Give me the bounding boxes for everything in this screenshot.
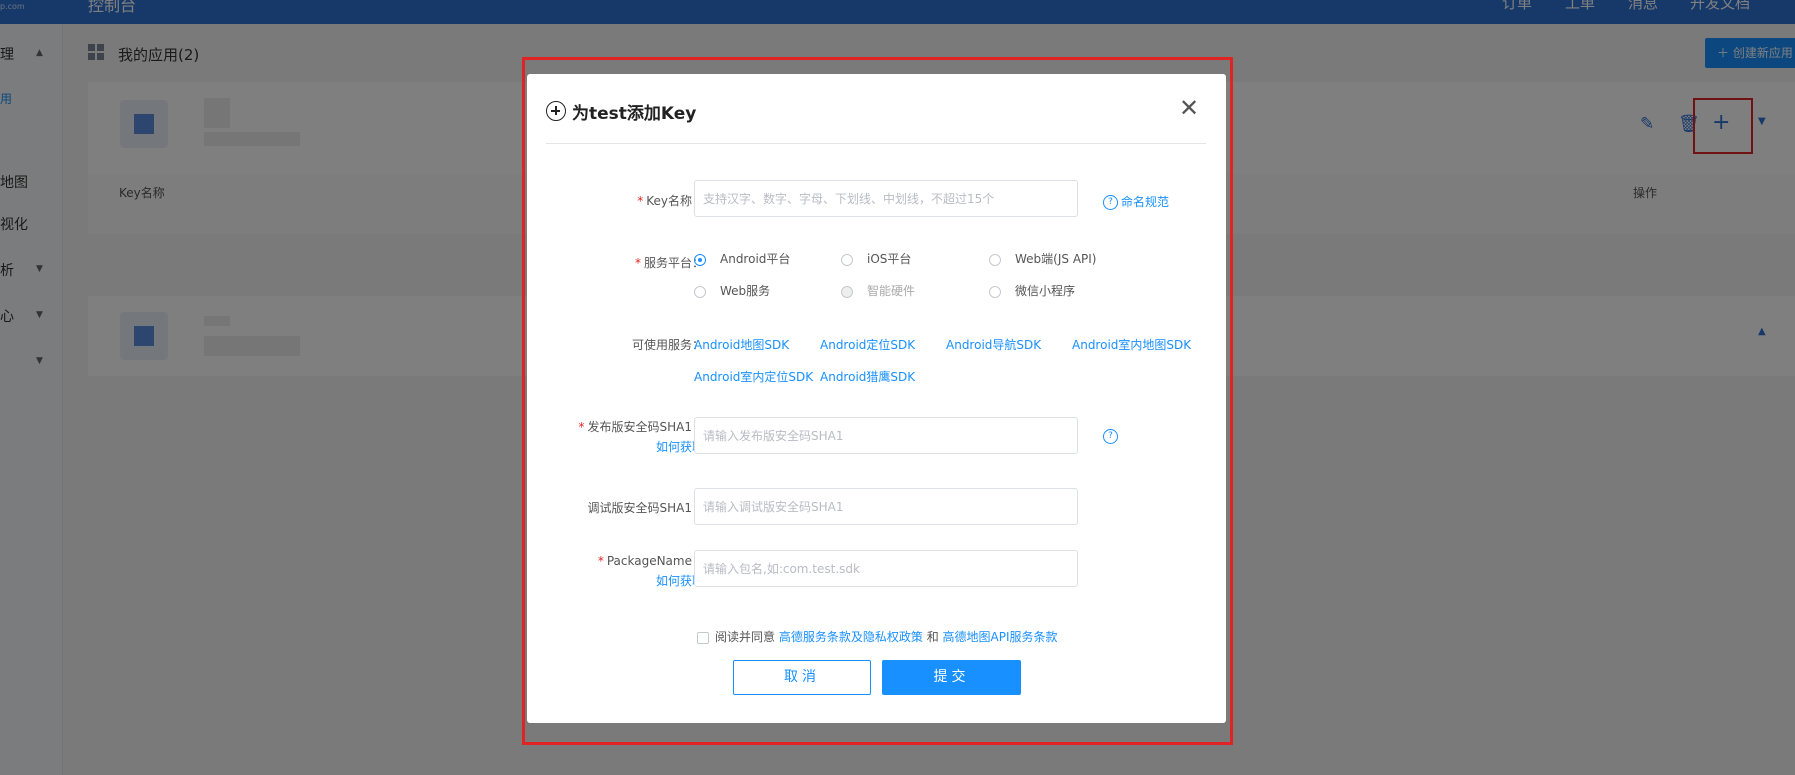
- release-sha1-input[interactable]: [694, 417, 1078, 454]
- how-to-get-link[interactable]: 如何获取: [564, 572, 704, 589]
- agreement-row: 阅读并同意 高德服务条款及隐私权政策 和 高德地图API服务条款: [697, 628, 1058, 645]
- debug-sha1-label: 调试版安全码SHA1：: [587, 501, 705, 515]
- agreement-checkbox[interactable]: [697, 631, 709, 644]
- radio-web-js-api[interactable]: Web端(JS API): [989, 250, 1096, 267]
- service-link[interactable]: Android室内定位SDK: [694, 368, 813, 385]
- radio-smart-hardware: 智能硬件: [841, 282, 915, 299]
- service-link[interactable]: Android猎鹰SDK: [820, 368, 915, 385]
- close-icon[interactable]: ✕: [1179, 96, 1199, 120]
- radio-ios[interactable]: iOS平台: [841, 250, 911, 267]
- add-key-dialog: 为test添加Key ✕ *Key名称： ?命名规范 *服务平台： Androi…: [527, 74, 1226, 723]
- platform-label: * 服务平台：: [634, 256, 704, 270]
- submit-button[interactable]: 提交: [882, 660, 1021, 695]
- map-api-terms-link[interactable]: 高德地图API服务条款: [943, 630, 1058, 644]
- how-to-get-link[interactable]: 如何获取: [564, 438, 704, 455]
- dialog-title: 为test添加Key: [572, 104, 697, 124]
- divider: [546, 143, 1206, 144]
- add-circle-icon: [546, 101, 566, 121]
- radio-web-service[interactable]: Web服务: [694, 282, 770, 299]
- service-link[interactable]: Android地图SDK: [694, 336, 789, 353]
- key-name-input[interactable]: [694, 180, 1078, 217]
- package-name-label: * PackageName：: [597, 554, 704, 568]
- release-sha1-label: * 发布版安全码SHA1：: [578, 420, 705, 434]
- naming-rules-link[interactable]: ? 命名规范: [1103, 193, 1169, 210]
- key-name-label: * Key名称：: [637, 194, 704, 208]
- service-link[interactable]: Android定位SDK: [820, 336, 915, 353]
- help-icon[interactable]: ?: [1103, 429, 1121, 444]
- cancel-button[interactable]: 取消: [733, 660, 871, 695]
- package-name-input[interactable]: [694, 550, 1078, 587]
- service-link[interactable]: Android导航SDK: [946, 336, 1041, 353]
- radio-wechat-miniprogram[interactable]: 微信小程序: [989, 282, 1075, 299]
- help-icon: ?: [1103, 195, 1118, 210]
- service-link[interactable]: Android室内地图SDK: [1072, 336, 1191, 353]
- debug-sha1-input[interactable]: [694, 488, 1078, 525]
- terms-privacy-link[interactable]: 高德服务条款及隐私权政策: [779, 630, 923, 644]
- radio-android[interactable]: Android平台: [694, 250, 790, 267]
- services-label: 可使用服务：: [631, 338, 704, 352]
